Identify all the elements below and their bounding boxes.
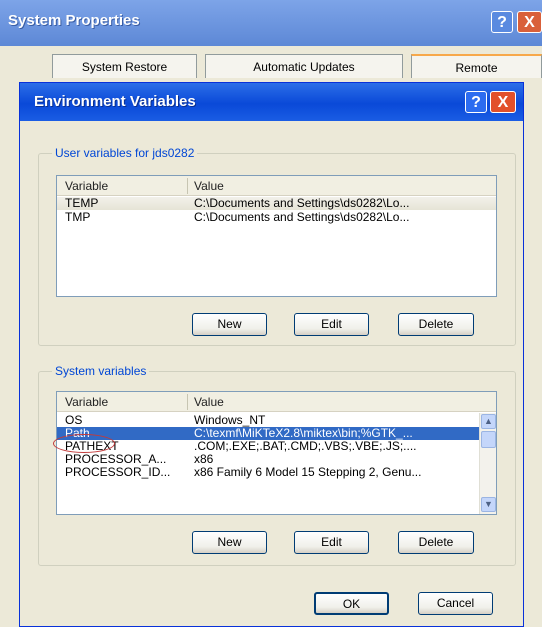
column-header-variable[interactable]: Variable	[65, 395, 108, 409]
user-variables-list[interactable]: Variable Value TEMP C:\Documents and Set…	[56, 175, 497, 297]
scroll-up-icon[interactable]: ▲	[481, 414, 496, 429]
list-row[interactable]: PATHEXT .COM;.EXE;.BAT;.CMD;.VBS;.VBE;.J…	[57, 440, 481, 453]
list-row-selected[interactable]: Path C:\texmf\MiKTeX2.8\miktex\bin;%GTK_…	[57, 427, 481, 440]
tab-automatic-updates[interactable]: Automatic Updates	[205, 54, 403, 78]
close-icon[interactable]: X	[490, 91, 516, 113]
list-row[interactable]: TMP C:\Documents and Settings\ds0282\Lo.…	[57, 211, 496, 224]
variable-value: x86	[194, 453, 214, 466]
variable-value: C:\Documents and Settings\ds0282\Lo...	[194, 197, 410, 210]
column-header-value[interactable]: Value	[194, 395, 224, 409]
user-delete-button[interactable]: Delete	[398, 313, 474, 336]
column-header-value[interactable]: Value	[194, 179, 224, 193]
close-icon[interactable]: X	[517, 11, 542, 33]
help-icon[interactable]: ?	[465, 91, 487, 113]
column-separator[interactable]	[187, 394, 188, 410]
system-properties-title-bar[interactable]: System Properties ? X	[0, 0, 542, 46]
variable-value: C:\Documents and Settings\ds0282\Lo...	[194, 211, 410, 224]
list-header: Variable Value	[57, 392, 496, 412]
variable-name: OS	[65, 414, 83, 427]
variable-value: C:\texmf\MiKTeX2.8\miktex\bin;%GTK_...	[194, 427, 413, 440]
user-new-button[interactable]: New	[192, 313, 267, 336]
user-variables-label: User variables for jds0282	[52, 146, 198, 160]
environment-variables-title-bar[interactable]: Environment Variables ? X	[20, 83, 523, 121]
variable-name: PROCESSOR_A...	[65, 453, 167, 466]
path-highlight-circle	[53, 434, 115, 453]
vertical-scrollbar[interactable]: ▲ ▼	[479, 413, 496, 514]
list-row[interactable]: OS Windows_NT	[57, 414, 481, 427]
variable-value: x86 Family 6 Model 15 Stepping 2, Genu..…	[194, 466, 422, 479]
variable-name: PROCESSOR_ID...	[65, 466, 171, 479]
variable-value: Windows_NT	[194, 414, 266, 427]
column-header-variable[interactable]: Variable	[65, 179, 108, 193]
system-edit-button[interactable]: Edit	[294, 531, 369, 554]
help-icon[interactable]: ?	[491, 11, 513, 33]
list-row[interactable]: PROCESSOR_ID... x86 Family 6 Model 15 St…	[57, 466, 481, 479]
system-variables-label: System variables	[52, 364, 150, 378]
system-variables-list[interactable]: Variable Value OS Windows_NT Path C:\tex…	[56, 391, 497, 515]
dialog-title: Environment Variables	[34, 93, 196, 110]
list-header: Variable Value	[57, 176, 496, 196]
variable-name: TEMP	[65, 197, 99, 210]
scroll-down-icon[interactable]: ▼	[481, 497, 496, 512]
list-row[interactable]: TEMP C:\Documents and Settings\ds0282\Lo…	[57, 197, 496, 210]
tab-system-restore[interactable]: System Restore	[52, 54, 197, 78]
system-properties-title: System Properties	[8, 12, 140, 29]
tab-remote[interactable]: Remote	[411, 54, 542, 78]
column-separator[interactable]	[187, 178, 188, 194]
list-row[interactable]: PROCESSOR_A... x86	[57, 453, 481, 466]
variable-name: TMP	[65, 211, 91, 224]
ok-button[interactable]: OK	[314, 592, 389, 615]
system-delete-button[interactable]: Delete	[398, 531, 474, 554]
scrollbar-thumb[interactable]	[481, 431, 496, 448]
system-new-button[interactable]: New	[192, 531, 267, 554]
cancel-button[interactable]: Cancel	[418, 592, 493, 615]
user-edit-button[interactable]: Edit	[294, 313, 369, 336]
variable-value: .COM;.EXE;.BAT;.CMD;.VBS;.VBE;.JS;....	[194, 440, 417, 453]
environment-variables-dialog: Environment Variables ? X User variables…	[19, 82, 524, 627]
